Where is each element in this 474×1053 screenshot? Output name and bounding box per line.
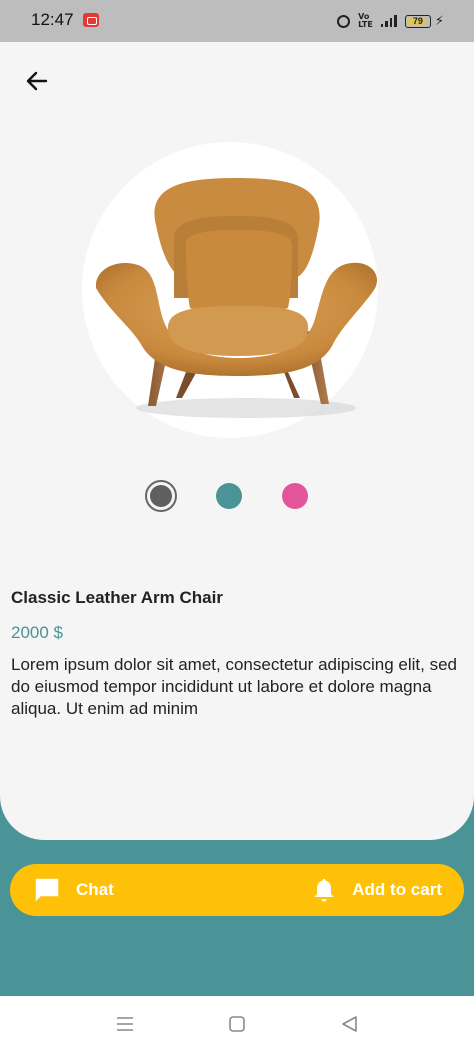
product-description: Lorem ipsum dolor sit amet, consectetur … <box>11 655 457 718</box>
menu-icon <box>117 1017 133 1031</box>
volte-icon: Vo LTE <box>358 12 373 29</box>
triangle-back-icon <box>342 1016 357 1032</box>
product-price: 2000 $ <box>11 623 63 642</box>
charging-icon: ⚡ <box>434 13 444 28</box>
back-button[interactable] <box>20 64 54 98</box>
status-time: 12:47 <box>31 10 74 29</box>
add-to-cart-label: Add to cart <box>352 880 442 899</box>
chat-bubble-icon <box>35 878 59 902</box>
alarm-icon <box>337 14 351 28</box>
color-swatch-pink[interactable] <box>282 483 308 509</box>
add-to-cart-button[interactable]: Add to cart <box>312 864 442 916</box>
status-icons: Vo LTE 79 ⚡ <box>337 11 444 31</box>
screen-record-icon <box>83 13 99 27</box>
battery-level: 79 <box>412 16 423 26</box>
signal-icon <box>380 15 397 27</box>
color-swatch-teal[interactable] <box>216 483 242 509</box>
home-button[interactable] <box>225 1014 249 1034</box>
color-options <box>0 480 474 512</box>
product-card: Classic Leather Arm Chair 2000 $ Lorem i… <box>0 42 474 840</box>
product-title: Classic Leather Arm Chair <box>11 588 223 607</box>
battery-icon: 79 <box>404 14 431 28</box>
square-icon <box>229 1016 245 1032</box>
back-nav-button[interactable] <box>338 1014 362 1034</box>
bell-icon <box>314 879 334 902</box>
action-bar: Chat Add to cart <box>10 864 464 916</box>
color-swatch-gray[interactable] <box>145 480 177 512</box>
chat-label: Chat <box>76 880 114 899</box>
product-image <box>96 178 378 418</box>
back-arrow-icon <box>26 71 48 91</box>
recent-apps-button[interactable] <box>113 1014 137 1034</box>
status-bar: 12:47 Vo LTE 79 ⚡ <box>0 0 474 42</box>
chat-button[interactable]: Chat <box>32 864 114 916</box>
system-nav-bar <box>0 996 474 1053</box>
